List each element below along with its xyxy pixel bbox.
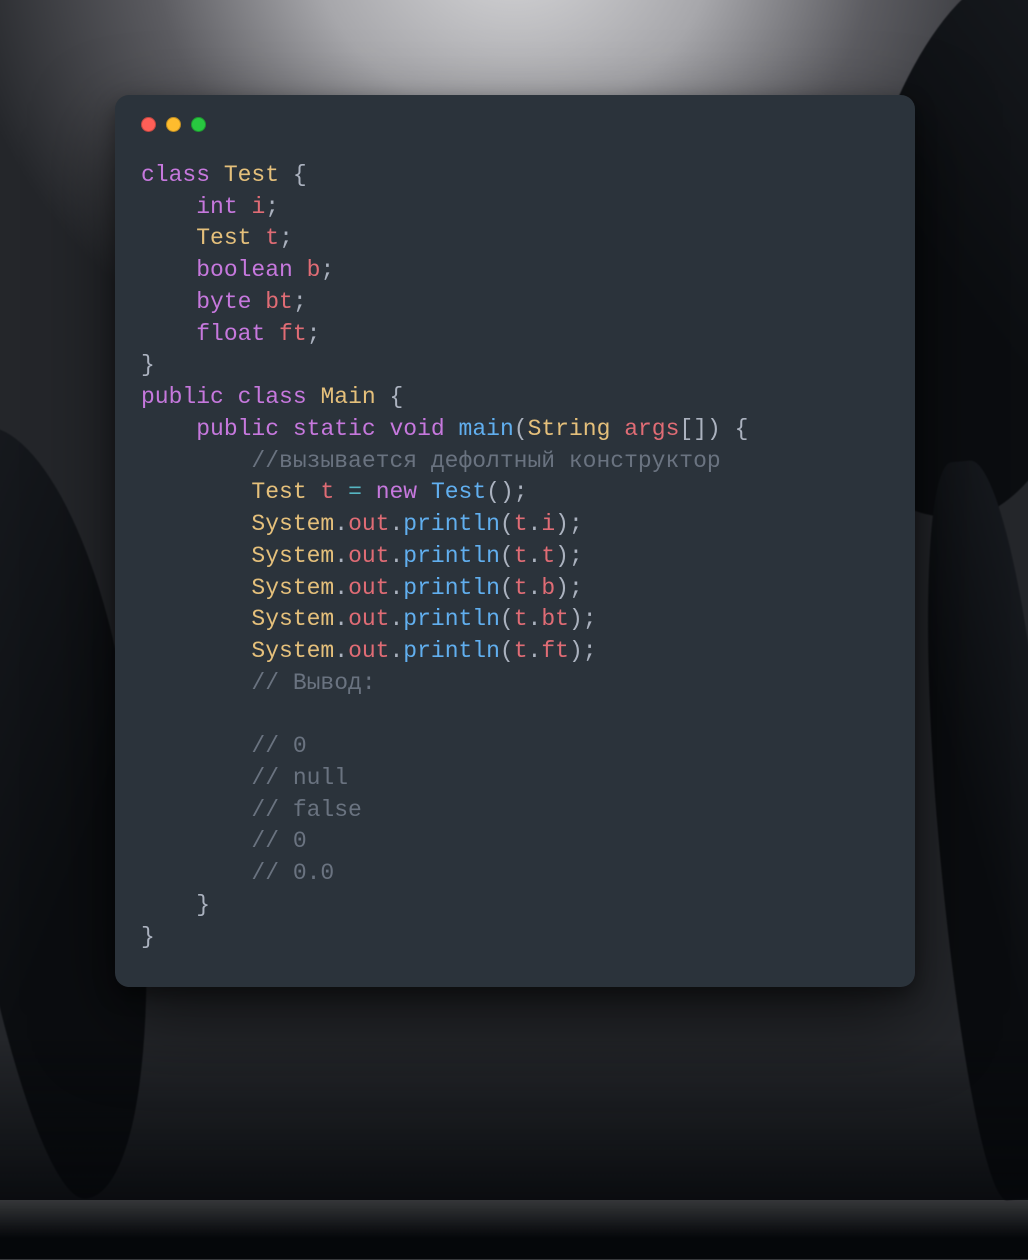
code-line: public static void main(String args[]) { — [141, 416, 748, 442]
code-line: Test t = new Test(); — [141, 479, 528, 505]
code-line: } — [141, 892, 210, 918]
code-line: int i; — [141, 194, 279, 220]
code-line: public class Main { — [141, 384, 403, 410]
code-line: Test t; — [141, 225, 293, 251]
code-line: float ft; — [141, 321, 320, 347]
code-line: //вызывается дефолтный конструктор — [141, 448, 721, 474]
code-line: System.out.println(t.b); — [141, 575, 583, 601]
code-block: class Test { int i; Test t; boolean b; b… — [141, 160, 889, 953]
code-line: } — [141, 924, 155, 950]
code-line: System.out.println(t.ft); — [141, 638, 597, 664]
wallpaper-rock — [0, 1040, 1028, 1260]
code-line: // false — [141, 797, 362, 823]
code-line: // 0 — [141, 733, 307, 759]
code-window: class Test { int i; Test t; boolean b; b… — [115, 95, 915, 987]
code-line: class Test { — [141, 162, 307, 188]
window-controls — [141, 117, 889, 132]
code-line: System.out.println(t.bt); — [141, 606, 597, 632]
code-line: // Вывод: — [141, 670, 376, 696]
zoom-icon[interactable] — [191, 117, 206, 132]
code-line: } — [141, 352, 155, 378]
code-line: byte bt; — [141, 289, 307, 315]
close-icon[interactable] — [141, 117, 156, 132]
code-line: System.out.println(t.i); — [141, 511, 583, 537]
minimize-icon[interactable] — [166, 117, 181, 132]
code-line: // null — [141, 765, 348, 791]
code-line: boolean b; — [141, 257, 334, 283]
code-line: // 0 — [141, 828, 307, 854]
code-line — [141, 701, 251, 727]
code-line: // 0.0 — [141, 860, 334, 886]
code-line: System.out.println(t.t); — [141, 543, 583, 569]
